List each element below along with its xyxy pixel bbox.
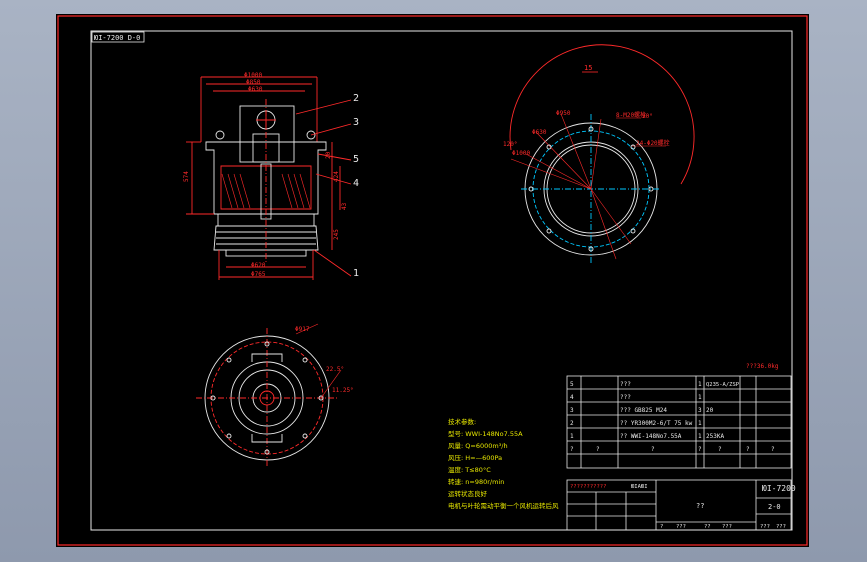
callout-2: 2 — [353, 93, 359, 104]
dim-flange-0: Φ950 — [556, 110, 571, 117]
bom-header-3: ? — [698, 446, 702, 453]
dim-bottom-0: Φ917 — [295, 326, 310, 333]
tech-note-2: 风量: Q=6000m³/h — [448, 442, 508, 450]
sheet-border — [57, 15, 808, 546]
weight-note: ???36.0kg — [746, 363, 779, 370]
bom-row-0-no: 5 — [570, 381, 574, 388]
scale-row-3: ??? — [722, 524, 732, 530]
tech-note-4: 温度: T≤80°C — [448, 465, 491, 474]
dim-flange-6: 24-Φ20螺栓 — [636, 139, 670, 147]
bom-header-4: ? — [718, 446, 722, 453]
bom-row-4-name: ?? WWI-148No7.55A — [620, 433, 682, 440]
dim-bottom-2: 11.25° — [332, 387, 354, 394]
bom-row-1-name: ??? — [620, 394, 631, 401]
scale-row-0: ? — [660, 524, 663, 530]
bom-row-4-no: 1 — [570, 433, 574, 440]
tech-note-3: 风压: H=—600Pa — [448, 454, 502, 462]
top-view-label: 15 — [584, 64, 592, 72]
dim-flange-3: 120° — [503, 141, 517, 148]
bom-row-3-qty: 1 — [698, 420, 702, 427]
bom-row-3-name: ?? YR300M2-6/T 75 kw — [620, 420, 693, 427]
dim-front-0: Φ1000 — [244, 72, 262, 79]
bom-row-1-no: 4 — [570, 394, 574, 401]
bom-header-5: ? — [746, 446, 750, 453]
bom-row-0-name: ??? — [620, 381, 631, 388]
scale-row-5: ??? — [776, 524, 786, 530]
frame-border — [90, 30, 793, 531]
callout-4: 4 — [353, 178, 359, 189]
scale-row-2: ?? — [704, 524, 711, 530]
dim-front-1: Φ850 — [246, 79, 261, 86]
callout-3: 3 — [353, 117, 359, 128]
dim-front-4: Φ765 — [251, 271, 266, 278]
bom-row-1-qty: 1 — [698, 394, 702, 401]
bom-row-2-no: 3 — [570, 407, 574, 414]
bottom-view — [196, 323, 342, 468]
bom-row-2-name: ??? GB825 M24 — [620, 407, 667, 414]
sheet-number: 2-0 — [768, 503, 781, 511]
title-tag: ЮІ-7200 D-0 — [94, 34, 140, 42]
dim-bottom-1: 22.5° — [326, 366, 344, 373]
scale-row-4: ??? — [760, 524, 770, 530]
dim-flange-2: Φ630 — [532, 129, 547, 136]
bom-header-2: ? — [651, 446, 655, 453]
drawing-canvas[interactable]: ЮІ-7200 D-0 Φ1000 Φ850 Φ630 Φ620 Φ765 57… — [56, 14, 809, 547]
bom-header-6: ? — [771, 446, 775, 453]
tech-note-1: 型号: WWI-148No7.55A — [448, 429, 523, 438]
tech-note-5: 转速: n=980r/min — [448, 477, 504, 486]
bom-header-0: ? — [570, 446, 574, 453]
tech-note-7: 电机与叶轮需动平衡一个风机运转后风 — [448, 501, 559, 510]
title-company: ??????????? — [570, 484, 606, 490]
dim-front-9: 43 — [341, 202, 348, 210]
bom-row-4-qty: 1 — [698, 433, 702, 440]
title-stamp: ЮІАЮІ — [631, 484, 648, 490]
cad-window: ЮІ-7200 D-0 Φ1000 Φ850 Φ630 Φ620 Φ765 57… — [0, 0, 867, 562]
dim-front-2: Φ630 — [248, 86, 263, 93]
drawing-svg: ЮІ-7200 D-0 Φ1000 Φ850 Φ630 Φ620 Φ765 57… — [57, 15, 808, 546]
scale-row-1: ??? — [676, 524, 686, 530]
drawing-title: ?? — [696, 502, 704, 510]
drawing-number: ЮІ-7200 — [762, 484, 796, 493]
tech-notes: 技术参数: 型号: WWI-148No7.55A 风量: Q=6000m³/h … — [448, 417, 559, 510]
dim-flange-5: 8-M20螺栓 — [616, 111, 646, 119]
bom-row-0-material: Q235-A/ZSP — [706, 382, 740, 388]
flange-view — [509, 44, 695, 264]
dim-flange-1: Φ1000 — [512, 150, 530, 157]
tech-note-6: 运转状态良好 — [448, 489, 488, 498]
dim-front-5: 574 — [183, 171, 190, 182]
dim-front-6: 424 — [333, 171, 340, 182]
dim-front-7: 245 — [333, 229, 340, 240]
bom-row-0-qty: 1 — [698, 381, 702, 388]
bom-row-2-material: 20 — [706, 407, 714, 414]
dim-front-3: Φ620 — [251, 262, 266, 269]
callout-1: 1 — [353, 268, 359, 279]
dim-front-8: 20 — [325, 151, 332, 159]
bom-header-1: ? — [596, 446, 600, 453]
callout-5: 5 — [353, 154, 359, 165]
bom-row-3-no: 2 — [570, 420, 574, 427]
bom-row-2-qty: 3 — [698, 407, 702, 414]
bom-rows: 5 ??? 1 Q235-A/ZSP 4 ??? 1 3 ??? GB825 M… — [570, 381, 775, 453]
tech-note-0: 技术参数: — [448, 417, 476, 426]
front-view — [186, 76, 352, 280]
bom-row-4-material: 253KA — [706, 433, 724, 440]
